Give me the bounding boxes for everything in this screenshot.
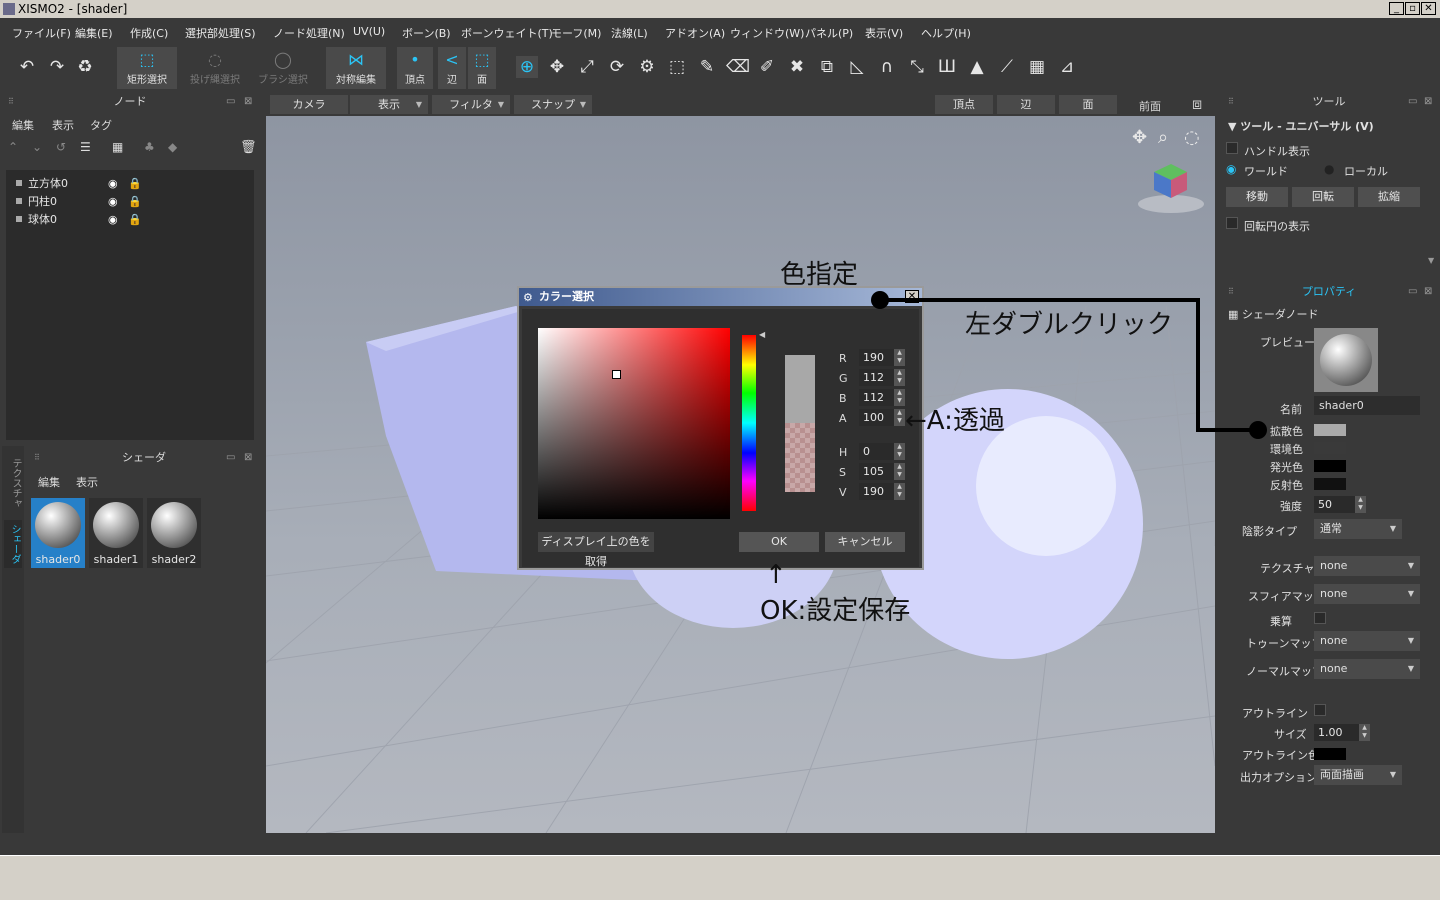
annotation-ok-arrow: ↑ [765,560,787,590]
annotation-alpha: ←A:透過 [905,406,1005,436]
connector-dot [871,291,889,309]
annotation-ok: OK:設定保存 [760,596,911,626]
annotation-dblclick: 左ダブルクリック [965,310,1174,340]
annotation-layer [871,291,1267,439]
annotation-color: 色指定 [780,260,859,290]
connector-dot [1249,421,1267,439]
